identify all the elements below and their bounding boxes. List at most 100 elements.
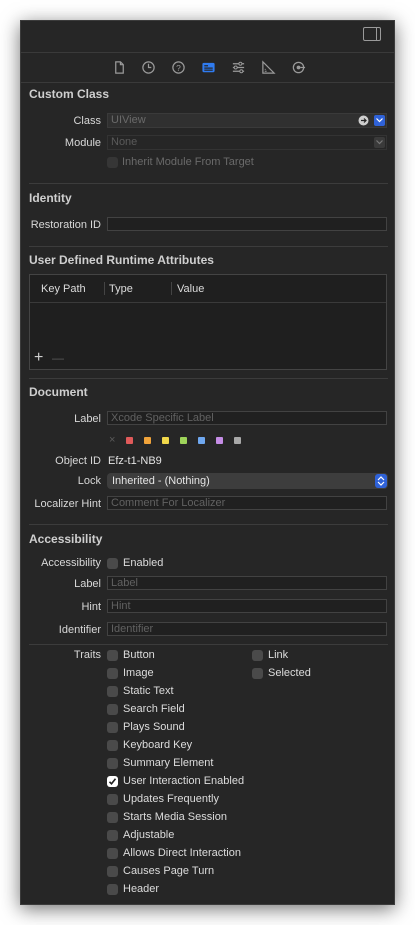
class-dropdown-button[interactable] — [374, 115, 385, 126]
accessibility-enabled-checkbox[interactable] — [107, 558, 118, 569]
color-swatch[interactable] — [126, 437, 133, 444]
inherit-module-label: Inherit Module From Target — [122, 156, 254, 168]
document-label-label: Label — [74, 413, 101, 425]
identity-title: Identity — [29, 191, 72, 205]
identity-inspector-icon[interactable] — [200, 59, 216, 75]
color-swatch[interactable] — [180, 437, 187, 444]
ax-hint-label: Hint — [81, 601, 101, 613]
class-combo-box[interactable]: UIView — [107, 113, 387, 128]
table-header-divider — [30, 302, 386, 303]
color-swatch[interactable] — [234, 437, 241, 444]
trait-checkbox[interactable] — [107, 848, 118, 859]
navigate-arrow-icon[interactable] — [358, 115, 369, 126]
identity-inspector-panel: ? Custom Class Class UIView Module None … — [20, 20, 395, 905]
color-swatch[interactable] — [198, 437, 205, 444]
help-icon[interactable]: ? — [170, 59, 186, 75]
column-type[interactable]: Type — [109, 283, 133, 295]
connections-inspector-icon[interactable] — [290, 59, 306, 75]
trait-label: Link — [268, 649, 289, 661]
column-separator — [171, 282, 172, 295]
trait-checkbox[interactable] — [107, 812, 118, 823]
trait-checkbox[interactable] — [252, 668, 263, 679]
object-id-label: Object ID — [55, 455, 101, 467]
trait-checkbox[interactable] — [252, 650, 263, 661]
object-id-value: Efz-t1-NB9 — [108, 455, 162, 467]
restoration-id-field[interactable] — [107, 217, 387, 231]
document-label-field[interactable]: Xcode Specific Label — [107, 411, 387, 425]
trait-checkbox[interactable] — [107, 884, 118, 895]
ax-identifier-label: Identifier — [58, 624, 101, 636]
add-attribute-button[interactable]: + — [34, 350, 43, 366]
trait-checkbox[interactable] — [107, 704, 118, 715]
inspector-top-bar — [21, 21, 394, 53]
column-key-path[interactable]: Key Path — [41, 283, 86, 295]
trait-checkbox[interactable] — [107, 866, 118, 877]
trait-checkbox[interactable] — [107, 650, 118, 661]
trait-checkbox[interactable] — [107, 740, 118, 751]
class-label: Class — [73, 115, 101, 127]
svg-text:?: ? — [176, 62, 181, 72]
trait-label: Adjustable — [123, 829, 175, 841]
trait-label: Allows Direct Interaction — [123, 847, 241, 859]
document-title: Document — [29, 385, 88, 399]
ax-hint-field[interactable]: Hint — [107, 599, 387, 613]
accessibility-label: Accessibility — [41, 557, 101, 569]
lock-value: Inherited - (Nothing) — [112, 475, 210, 487]
trait-label: Updates Frequently — [123, 793, 219, 805]
remove-attribute-button[interactable]: — — [52, 351, 64, 365]
class-value: UIView — [111, 114, 146, 126]
hide-inspector-icon[interactable] — [363, 27, 381, 41]
restoration-id-label: Restoration ID — [30, 219, 101, 231]
up-down-chevron-icon — [377, 476, 385, 486]
localizer-hint-label: Localizer Hint — [34, 498, 101, 510]
trait-checkbox[interactable] — [107, 830, 118, 841]
lock-popup-button[interactable]: Inherited - (Nothing) — [107, 473, 388, 489]
divider — [29, 246, 388, 247]
attributes-inspector-icon[interactable] — [230, 59, 246, 75]
ax-label-label: Label — [74, 578, 101, 590]
color-swatch[interactable] — [216, 437, 223, 444]
trait-checkbox[interactable] — [107, 776, 118, 787]
lock-label: Lock — [77, 475, 101, 487]
column-separator — [104, 282, 105, 295]
localizer-hint-field[interactable]: Comment For Localizer — [107, 496, 387, 510]
clear-color-button[interactable]: × — [109, 434, 115, 446]
trait-checkbox[interactable] — [107, 668, 118, 679]
runtime-attributes-table[interactable]: Key Path Type Value + — — [29, 274, 387, 370]
file-inspector-icon[interactable] — [111, 59, 127, 75]
trait-label: Plays Sound — [123, 721, 185, 733]
ax-label-field[interactable]: Label — [107, 576, 387, 590]
traits-label: Traits — [73, 649, 101, 661]
trait-checkbox[interactable] — [107, 686, 118, 697]
chevron-down-icon — [376, 140, 383, 145]
module-value: None — [111, 136, 138, 148]
trait-label: Search Field — [123, 703, 185, 715]
ax-identifier-field[interactable]: Identifier — [107, 622, 387, 636]
accessibility-enabled-label: Enabled — [123, 557, 164, 569]
custom-class-title: Custom Class — [29, 87, 110, 101]
trait-checkbox[interactable] — [107, 722, 118, 733]
trait-label: Header — [123, 883, 160, 895]
chevron-down-icon — [376, 118, 383, 123]
module-dropdown-button[interactable] — [374, 137, 385, 148]
inherit-module-checkbox[interactable] — [107, 157, 118, 168]
divider — [29, 644, 388, 645]
trait-label: Selected — [268, 667, 311, 679]
color-swatch[interactable] — [144, 437, 151, 444]
trait-label: Keyboard Key — [123, 739, 193, 751]
trait-label: Static Text — [123, 685, 174, 697]
size-inspector-icon[interactable] — [260, 59, 276, 75]
divider — [29, 183, 388, 184]
inspector-tab-bar: ? — [21, 53, 394, 83]
divider — [29, 378, 388, 379]
history-icon[interactable] — [140, 59, 156, 75]
column-value[interactable]: Value — [177, 283, 204, 295]
trait-checkbox[interactable] — [107, 794, 118, 805]
lock-stepper — [375, 474, 387, 488]
runtime-attributes-title: User Defined Runtime Attributes — [29, 253, 214, 267]
trait-label: Starts Media Session — [123, 811, 227, 823]
trait-checkbox[interactable] — [107, 758, 118, 769]
color-swatch[interactable] — [162, 437, 169, 444]
module-combo-box[interactable]: None — [107, 135, 387, 150]
module-label: Module — [64, 137, 101, 149]
